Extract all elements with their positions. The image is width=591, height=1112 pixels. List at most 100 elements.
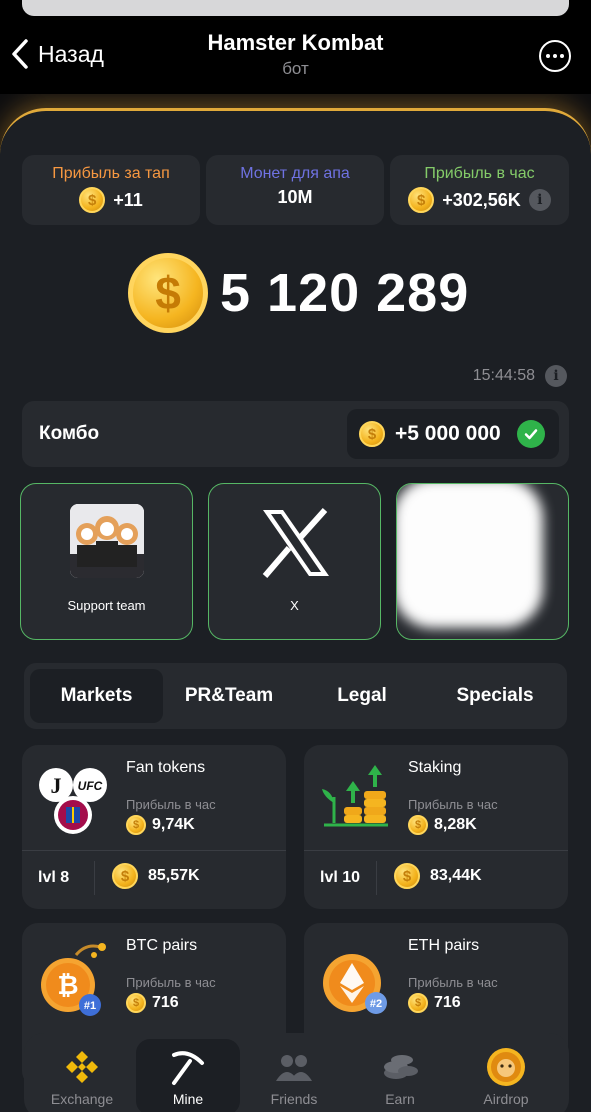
daily-combo[interactable]: Комбо $ +5 000 000: [22, 401, 569, 467]
stat-value: +302,56K: [442, 189, 521, 210]
stat-label: Прибыль в час: [424, 165, 535, 182]
airdrop-icon: [487, 1048, 525, 1086]
coin-icon: $: [126, 815, 146, 835]
upgrade-cost: 85,57K: [148, 867, 200, 884]
check-icon: [516, 420, 545, 448]
stat-label: Прибыль за тап: [52, 165, 170, 182]
nav-earn[interactable]: Earn: [348, 1039, 452, 1112]
profit-label: Прибыль в час: [408, 797, 498, 812]
main-area: Прибыль за тап $ +11 Монет для апа 10M Пр…: [0, 94, 591, 1112]
divider: [22, 850, 286, 851]
combo-card-hidden[interactable]: [396, 483, 569, 640]
earn-coins-icon: [384, 1055, 418, 1079]
profit-label: Прибыль в час: [408, 975, 498, 990]
upgrade-name: Fan tokens: [126, 759, 206, 776]
btc-icon: ₿ #1: [41, 943, 106, 1016]
timer-value: 15:44:58: [472, 367, 535, 384]
redacted-overlay: [397, 484, 543, 628]
divider: [376, 861, 377, 895]
coin-icon: $: [359, 421, 385, 447]
nav-exchange[interactable]: Exchange: [30, 1039, 134, 1112]
more-options-button[interactable]: [539, 40, 571, 72]
tab-pr-team[interactable]: PR&Team: [164, 669, 294, 723]
svg-text:J: J: [51, 773, 62, 798]
app-title: Hamster Kombat: [207, 30, 384, 55]
svg-text:#2: #2: [370, 998, 382, 1010]
nav-mine[interactable]: Mine: [136, 1039, 240, 1112]
svg-text:#1: #1: [84, 1000, 96, 1012]
profit-value: 9,74K: [152, 816, 195, 833]
upgrade-level: lvl 8: [38, 869, 70, 886]
upgrade-name: Staking: [408, 759, 462, 776]
tab-markets[interactable]: Markets: [30, 669, 163, 723]
coin-icon: $: [408, 815, 428, 835]
coin-icon: $: [128, 253, 208, 333]
coin-icon: $: [408, 993, 428, 1013]
x-logo-icon: [262, 508, 329, 578]
nav-label: Airdrop: [483, 1091, 529, 1107]
profit-value: 8,28K: [434, 816, 477, 833]
coin-icon: $: [112, 863, 138, 889]
profit-value: 716: [434, 994, 461, 1011]
info-icon[interactable]: i: [545, 365, 567, 387]
upgrade-cost: 83,44K: [430, 867, 482, 884]
stat-value: +11: [113, 189, 143, 210]
nav-airdrop[interactable]: Airdrop: [454, 1039, 558, 1112]
game-panel: Прибыль за тап $ +11 Монет для апа 10M Пр…: [0, 108, 591, 1112]
stat-value: 10M: [277, 187, 313, 207]
combo-card-support-team[interactable]: Support team: [20, 483, 193, 640]
coin-icon: $: [408, 187, 435, 213]
upgrade-name: BTC pairs: [126, 937, 198, 954]
stat-coins-to-level: Монет для апа 10M: [206, 155, 384, 225]
app-subtitle: бот: [282, 59, 309, 78]
upgrade-name: ETH pairs: [408, 937, 480, 954]
upgrade-card-fan-tokens[interactable]: J UFC Fan tokens Прибыль в час $9,74K lv…: [22, 745, 286, 909]
category-tabs: Markets PR&Team Legal Specials: [24, 663, 567, 729]
coin-icon: $: [79, 187, 106, 213]
upgrade-level: lvl 10: [320, 869, 361, 886]
fan-tokens-icon: J UFC: [39, 768, 107, 834]
coin-icon: $: [394, 863, 420, 889]
nav-friends[interactable]: Friends: [242, 1039, 346, 1112]
top-handle: [22, 0, 569, 16]
card-caption: X: [290, 598, 299, 613]
profit-value: 716: [152, 994, 179, 1011]
stat-label: Монет для апа: [240, 165, 350, 182]
staking-icon: [322, 765, 388, 827]
nav-label: Exchange: [50, 1091, 114, 1107]
divider: [304, 850, 568, 851]
balance: $ 5 120 289: [128, 253, 469, 333]
friends-icon: [276, 1055, 312, 1081]
divider: [94, 861, 95, 895]
telegram-header: Назад Hamster Kombat бот: [0, 16, 591, 94]
combo-card-x[interactable]: X: [208, 483, 381, 640]
combo-reward: $ +5 000 000: [347, 409, 559, 459]
combo-value: +5 000 000: [395, 422, 501, 445]
support-team-image: [70, 504, 144, 578]
stat-hourly-profit: Прибыль в час $ +302,56K i: [390, 155, 569, 225]
stat-tap-profit: Прибыль за тап $ +11: [22, 155, 200, 225]
svg-text:UFC: UFC: [78, 779, 103, 793]
card-caption: Support team: [67, 598, 146, 613]
balance-value: 5 120 289: [220, 263, 470, 323]
exchange-icon: [66, 1051, 98, 1083]
profit-label: Прибыль в час: [126, 975, 216, 990]
eth-icon: #2: [323, 954, 387, 1014]
tab-legal[interactable]: Legal: [297, 669, 427, 723]
pickaxe-icon: [172, 1051, 204, 1085]
svg-text:₿: ₿: [57, 970, 78, 1000]
bottom-navigation: Exchange Mine Friends Earn Airdrop: [24, 1033, 569, 1112]
coin-icon: $: [126, 993, 146, 1013]
dot-icon: [546, 54, 550, 58]
profit-label: Прибыль в час: [126, 797, 216, 812]
dot-icon: [560, 54, 564, 58]
nav-label: Friends: [270, 1091, 318, 1107]
dot-icon: [553, 54, 557, 58]
nav-label: Earn: [385, 1091, 415, 1107]
upgrade-card-staking[interactable]: Staking Прибыль в час $8,28K lvl 10 $83,…: [304, 745, 568, 909]
tab-specials[interactable]: Specials: [430, 669, 560, 723]
combo-timer: 15:44:58 i: [473, 365, 567, 387]
info-icon[interactable]: i: [528, 189, 551, 211]
combo-label: Комбо: [39, 423, 100, 444]
nav-label: Mine: [172, 1091, 204, 1107]
